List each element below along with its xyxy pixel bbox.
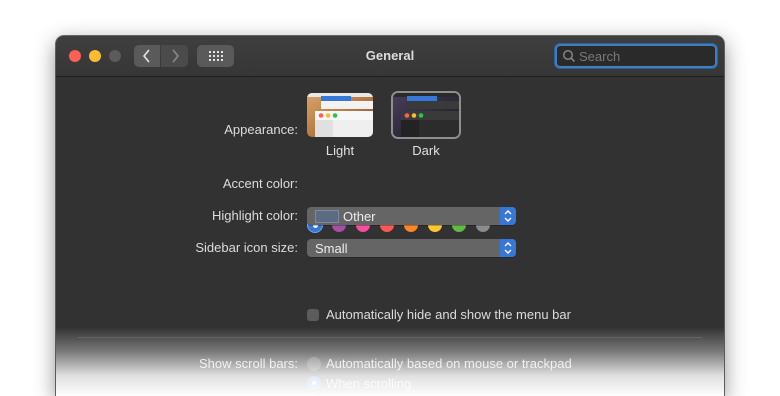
scrollbars-automatic-label: Automatically based on mouse or trackpad <box>326 356 572 371</box>
highlight-color-value: Other <box>343 209 376 224</box>
light-appearance-thumbnail-icon <box>307 93 373 137</box>
chevron-up-down-icon <box>504 210 512 222</box>
highlight-color-popup[interactable]: Other <box>307 207 516 225</box>
title-bar: General <box>56 36 724 77</box>
appearance-label: Appearance: <box>224 122 298 137</box>
section-divider <box>78 337 702 338</box>
appearance-dark-option[interactable] <box>393 93 459 137</box>
menubar-autohide-label: Automatically hide and show the menu bar <box>326 307 571 322</box>
popup-stepper <box>500 239 516 257</box>
search-field[interactable] <box>555 44 717 68</box>
general-pane: Appearance: Light Dark Accent color: Hig… <box>56 77 724 396</box>
popup-stepper <box>500 207 516 225</box>
search-input[interactable] <box>579 47 709 65</box>
highlight-color-label: Highlight color: <box>212 208 298 223</box>
appearance-dark-label: Dark <box>412 143 440 158</box>
sidebar-icon-size-label: Sidebar icon size: <box>195 240 298 255</box>
highlight-color-swatch <box>315 210 339 223</box>
show-scroll-bars-label: Show scroll bars: <box>199 356 298 371</box>
sidebar-icon-size-value: Small <box>315 241 348 256</box>
scrollbars-when-scrolling-label: When scrolling <box>326 376 412 391</box>
search-icon <box>562 49 576 63</box>
menubar-autohide-checkbox[interactable] <box>307 309 319 321</box>
dark-appearance-thumbnail-icon <box>393 93 459 137</box>
chevron-up-down-icon <box>504 242 512 254</box>
sidebar-icon-size-popup[interactable]: Small <box>307 239 516 257</box>
appearance-light-option[interactable] <box>307 93 373 137</box>
accent-color-label: Accent color: <box>222 176 298 191</box>
appearance-light-label: Light <box>325 143 355 158</box>
scrollbars-when-scrolling-radio[interactable] <box>307 376 321 390</box>
scrollbars-automatic-radio[interactable] <box>307 357 321 371</box>
preferences-window: General Appearance: <box>56 36 724 396</box>
